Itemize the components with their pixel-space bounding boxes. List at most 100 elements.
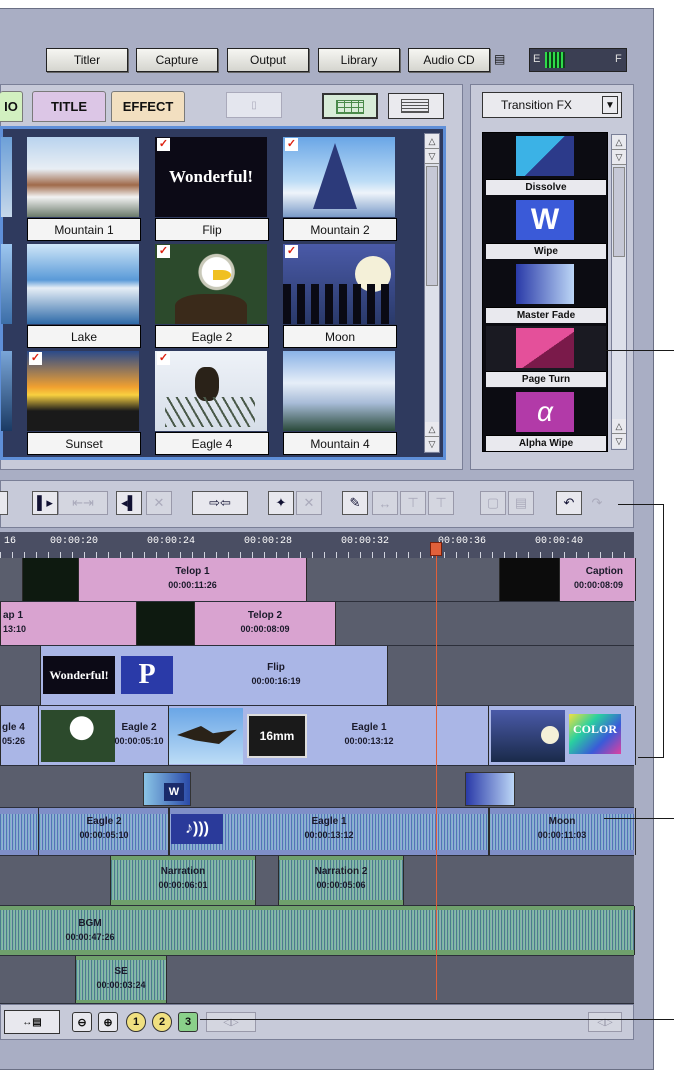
capture-button[interactable]: Capture [136,48,218,72]
transition-alpha-wipe[interactable]: α Alpha Wipe [486,390,606,452]
zoom-in-icon[interactable]: ⊕ [98,1012,118,1032]
clip-telop-2[interactable]: Telop 2 00:00:08:09 [194,602,336,645]
clip-name: Narration 2 [314,866,368,877]
thumb-mountain-1[interactable]: Mountain 1 [27,137,141,241]
scroll-thumb[interactable] [613,167,625,257]
meter-full-label: F [615,53,622,65]
thumb-mountain-4[interactable]: Mountain 4 [283,351,397,455]
nudge-right-icon[interactable]: ⊤ [428,491,454,515]
scroll-arrows-icon[interactable]: ◁▷ [588,1012,622,1032]
thumb-label: Mountain 1 [27,218,141,241]
clip-name: Caption [585,566,623,577]
callout-line [638,757,664,758]
set-in-point-icon[interactable]: ▌▸ [32,491,58,515]
transition-wipe[interactable]: W Wipe [486,198,606,260]
edit-level-icon[interactable]: ✎ [342,491,368,515]
clip-wipe-transition[interactable]: W [143,772,191,806]
clip-thumbnail[interactable] [136,602,196,645]
tab-effect[interactable]: EFFECT [111,91,185,122]
unlink-icon[interactable]: ✕ [296,491,322,515]
transition-type-dropdown[interactable]: Transition FX ▼ [482,92,622,118]
audio-clip-narration-2[interactable]: Narration 2 00:00:05:06 [278,856,404,905]
thumb-flip[interactable]: Wonderful! ✓ Flip [155,137,269,241]
paste-icon[interactable]: ▤ [508,491,534,515]
scroll-thumb[interactable] [426,166,438,286]
scroll-down-icon[interactable]: ▽ [425,437,439,451]
titler-button[interactable]: Titler [46,48,128,72]
clip-master-fade-transition[interactable] [465,772,515,806]
scroll-up-icon[interactable]: △ [612,135,626,150]
title-track-2: ap 1 13:10 Telop 2 00:00:08:09 [0,602,634,646]
audio-clip-eagle-2[interactable]: Eagle 2 00:00:05:10 [38,808,170,855]
set-out-point-icon[interactable]: ◂▌ [116,491,142,515]
clip-moon[interactable]: COLOR [488,706,636,765]
split-merge-icon[interactable]: ⇨⇦ [192,491,248,515]
audio-clip-bgm[interactable]: BGM 00:00:47:26 [0,906,635,955]
chevron-down-icon[interactable]: ▼ [602,96,618,114]
toolbar-partial-button[interactable] [0,491,8,515]
album-scrollbar[interactable]: △ ▽ △ ▽ [424,133,440,453]
clip-thumbnail[interactable] [22,558,80,601]
callout-line [618,504,664,505]
tab-title[interactable]: TITLE [32,91,106,122]
list-view-icon[interactable] [388,93,444,119]
folder-button[interactable]: ▯ [226,92,282,118]
thumb-mountain-2[interactable]: ✓ Mountain 2 [283,137,397,241]
grid-view-icon[interactable] [322,93,378,119]
playhead-handle[interactable] [430,542,442,556]
zoom-level-3-button[interactable]: 3 [178,1012,198,1032]
scroll-left-right-icon[interactable]: ◁▷ [206,1012,256,1032]
library-button[interactable]: Library [318,48,400,72]
scroll-down-icon[interactable]: ▽ [425,149,439,164]
transition-page-turn[interactable]: Page Turn [486,326,606,388]
thumb-label: Moon [283,325,397,348]
nudge-left-icon[interactable]: ⊤ [400,491,426,515]
thumb-eagle-4[interactable]: ✓ Eagle 4 [155,351,269,455]
clip-caption[interactable]: Caption 00:00:08:09 [559,558,636,601]
video-track: gle 4 05:26 Eagle 2 00:00:05:10 16mm Eag… [0,706,636,766]
clip-telop-1[interactable]: Telop 1 00:00:11:26 [78,558,307,601]
scroll-up-icon[interactable]: △ [425,422,439,437]
magic-wand-icon[interactable]: ✦ [268,491,294,515]
scroll-up-icon[interactable]: △ [425,134,439,149]
effect-track: Wonderful! P Flip 00:00:16:19 [0,646,634,706]
copy-icon[interactable]: ▢ [480,491,506,515]
align-icon[interactable]: ↔ [372,491,398,515]
transitions-scrollbar[interactable]: △ ▽ △ ▽ [611,134,627,450]
timeline-scroll-toggle-icon[interactable]: ↔▤ [4,1010,60,1034]
clip-eagle-1[interactable]: 16mm Eagle 1 00:00:13:12 [168,706,490,765]
clip-eagle-2[interactable]: Eagle 2 00:00:05:10 [38,706,170,765]
thumb-moon[interactable]: ✓ Moon [283,244,397,348]
thumb-sunset[interactable]: ✓ Sunset [27,351,141,455]
clip-name: BGM [78,918,102,929]
audio-clip-se[interactable]: SE 00:00:03:24 [75,956,167,1003]
output-button[interactable]: Output [227,48,309,72]
hard-disk-icon: ▤ [494,52,506,66]
clip-eagle-4[interactable]: gle 4 05:26 [0,706,40,765]
audio-cd-button[interactable]: Audio CD [408,48,490,72]
transition-master-fade[interactable]: Master Fade [486,262,606,324]
tab-audio[interactable]: IO [0,91,23,122]
undo-icon[interactable]: ↶ [556,491,582,515]
redo-icon[interactable]: ↷ [584,491,610,515]
audio-clip-eagle-1[interactable]: ♪))) Eagle 1 00:00:13:12 [168,808,490,855]
wipe-icon: W [516,200,574,240]
scroll-down-icon[interactable]: ▽ [612,150,626,165]
clip-thumbnail[interactable] [499,558,561,601]
zoom-level-1-button[interactable]: 1 [126,1012,146,1032]
zoom-level-2-button[interactable]: 2 [152,1012,172,1032]
scroll-up-icon[interactable]: △ [612,419,626,434]
audio-clip-narration[interactable]: Narration 00:00:06:01 [110,856,256,905]
thumb-eagle-2[interactable]: ✓ Eagle 2 [155,244,269,348]
audio-clip-moon[interactable]: Moon 00:00:11:03 [488,808,636,855]
clip-telop-partial[interactable]: ap 1 13:10 [0,602,138,645]
zoom-out-icon[interactable]: ⊖ [72,1012,92,1032]
timeline-ruler[interactable]: 16 00:00:20 00:00:24 00:00:28 00:00:32 0… [0,532,634,558]
ripple-edit-icon[interactable]: ⇤⇥ [58,491,108,515]
delete-icon[interactable]: ✕ [146,491,172,515]
scroll-down-icon[interactable]: ▽ [612,434,626,448]
clip-flip[interactable]: Wonderful! P Flip 00:00:16:19 [40,646,388,705]
transition-dissolve[interactable]: Dissolve [486,134,606,196]
playhead-line[interactable] [436,545,437,1000]
thumb-lake[interactable]: Lake [27,244,141,348]
